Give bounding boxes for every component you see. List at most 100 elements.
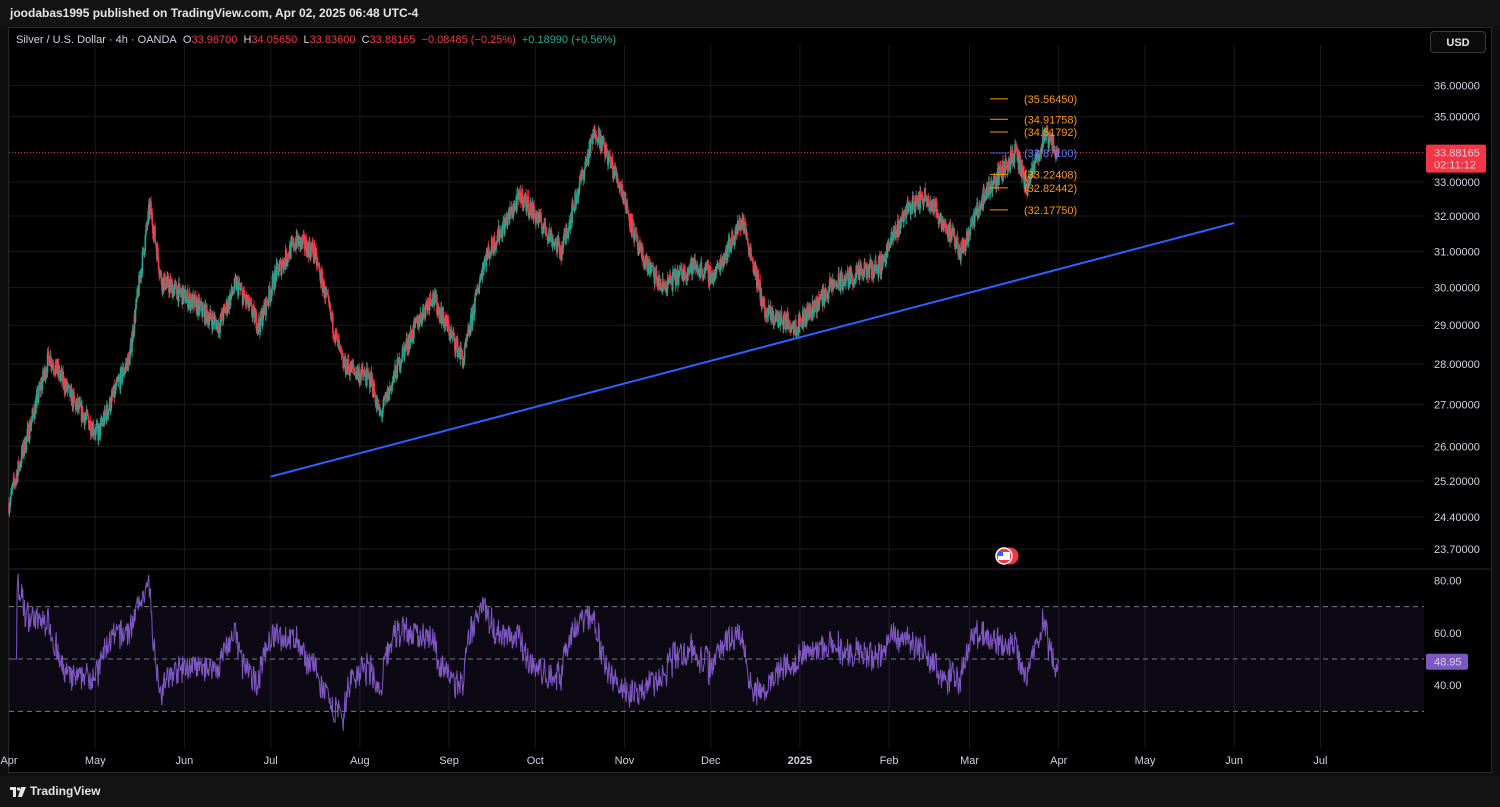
- candle-body: [774, 321, 776, 323]
- symbol-name[interactable]: Silver / U.S. Dollar · 4h · OANDA: [16, 34, 177, 46]
- price-level-label: (35.56450): [1024, 94, 1077, 106]
- candle-body: [338, 339, 340, 346]
- candle-body: [277, 271, 280, 276]
- candle-body: [700, 262, 703, 269]
- y-tick-label: 32.00000: [1434, 211, 1480, 223]
- candle-body: [131, 342, 133, 352]
- candle-body: [107, 410, 110, 417]
- tradingview-logo[interactable]: TradingView: [10, 784, 100, 798]
- high-value: 34.05650: [251, 34, 298, 46]
- candle-body: [352, 364, 355, 369]
- rsi-value: 48.95: [1434, 657, 1462, 669]
- candle-body: [73, 392, 75, 397]
- candle-body: [616, 174, 619, 183]
- candle-body: [747, 241, 749, 247]
- price-level-label: (33.87100): [1024, 148, 1077, 160]
- candle-body: [862, 276, 865, 278]
- price-level-label: (33.22408): [1024, 169, 1077, 181]
- candle-body: [154, 226, 156, 242]
- rsi-y-tick-label: 80.00: [1434, 575, 1462, 587]
- candle-body: [115, 383, 117, 391]
- change-value: −0.08485 (−0.25%): [421, 34, 516, 46]
- rsi-y-tick-label: 60.00: [1434, 628, 1462, 640]
- x-tick-label: Feb: [880, 755, 899, 767]
- candle-body: [30, 421, 33, 426]
- candle-body: [827, 292, 830, 300]
- candle-body: [87, 415, 90, 421]
- price-level-label: (34.91758): [1024, 114, 1077, 126]
- candle-body: [962, 247, 965, 253]
- candle-body: [110, 395, 113, 409]
- candle-body: [202, 307, 204, 317]
- candle-body: [382, 408, 384, 413]
- candle-body: [498, 236, 501, 241]
- candle-body: [483, 261, 485, 271]
- candle-body: [474, 292, 477, 298]
- rsi-band-fill: [9, 606, 1424, 712]
- candle-body: [923, 198, 925, 203]
- x-tick-label: Dec: [701, 755, 721, 767]
- x-tick-label: May: [85, 755, 106, 767]
- candle-body: [339, 346, 342, 348]
- candle-body: [276, 262, 279, 269]
- x-tick-label: 2025: [788, 755, 812, 767]
- candle-body: [292, 239, 295, 250]
- y-tick-label: 26.00000: [1434, 441, 1480, 453]
- x-tick-label: May: [1135, 755, 1156, 767]
- x-tick-label: Jun: [176, 755, 194, 767]
- x-tick-label: Jul: [264, 755, 278, 767]
- x-tick-label: Jul: [1313, 755, 1327, 767]
- candle-body: [453, 332, 456, 339]
- candle-body: [466, 336, 469, 338]
- x-tick-label: Nov: [615, 755, 635, 767]
- x-tick-label: Aug: [350, 755, 370, 767]
- candle-body: [746, 232, 748, 238]
- tradingview-logo-icon: [10, 786, 26, 797]
- candle-body: [340, 348, 343, 355]
- candle-body: [558, 237, 560, 243]
- low-value: 33.83600: [309, 34, 356, 46]
- x-tick-label: Oct: [527, 755, 544, 767]
- x-tick-label: Mar: [960, 755, 979, 767]
- candle-body: [185, 301, 187, 304]
- candle-body: [121, 375, 124, 382]
- candle-body: [298, 235, 301, 237]
- rsi-y-tick-label: 40.00: [1434, 680, 1462, 692]
- candle-body: [10, 488, 13, 496]
- currency-button[interactable]: USD: [1430, 31, 1486, 53]
- y-tick-label: 24.40000: [1434, 512, 1480, 524]
- candle-body: [572, 204, 575, 208]
- y-tick-label: 27.00000: [1434, 400, 1480, 412]
- y-tick-label: 28.00000: [1434, 359, 1480, 371]
- candle-body: [652, 265, 655, 267]
- last-price-value: 33.88165: [1434, 148, 1480, 160]
- price-level-label: (32.17750): [1024, 205, 1077, 217]
- bar-countdown: 02:11:12: [1434, 160, 1476, 172]
- symbol-legend: Silver / U.S. Dollar · 4h · OANDA O33.96…: [16, 34, 616, 46]
- footer-bar: TradingView: [0, 776, 1500, 807]
- x-tick-label: Apr: [0, 755, 17, 767]
- close-label: C: [361, 34, 370, 46]
- y-tick-label: 31.00000: [1434, 246, 1480, 258]
- y-tick-label: 35.00000: [1434, 112, 1480, 124]
- change-secondary-value: +0.18990 (+0.56%): [521, 34, 617, 46]
- candle-body: [845, 278, 847, 284]
- x-tick-label: Apr: [1050, 755, 1067, 767]
- candle-body: [562, 246, 564, 255]
- price-level-label: (32.82442): [1024, 183, 1077, 195]
- y-tick-label: 23.70000: [1434, 544, 1480, 556]
- us-flag-icon-canton: [998, 552, 1003, 556]
- y-tick-label: 29.00000: [1434, 320, 1480, 332]
- close-value: 33.88165: [369, 34, 416, 46]
- candle-body: [533, 206, 535, 214]
- candle-body: [634, 228, 637, 233]
- y-tick-label: 30.00000: [1434, 283, 1480, 295]
- brand-label: TradingView: [30, 784, 101, 798]
- y-tick-label: 33.00000: [1434, 177, 1480, 189]
- x-tick-label: Sep: [439, 755, 459, 767]
- candle-body: [157, 247, 159, 259]
- y-tick-label: 36.00000: [1434, 80, 1480, 92]
- chart-canvas[interactable]: 36.00000 35.00000 33.00000 32.00000 31.00000…: [0, 0, 1500, 807]
- open-value: 33.96700: [191, 34, 238, 46]
- price-level-label: (34.51792): [1024, 127, 1077, 139]
